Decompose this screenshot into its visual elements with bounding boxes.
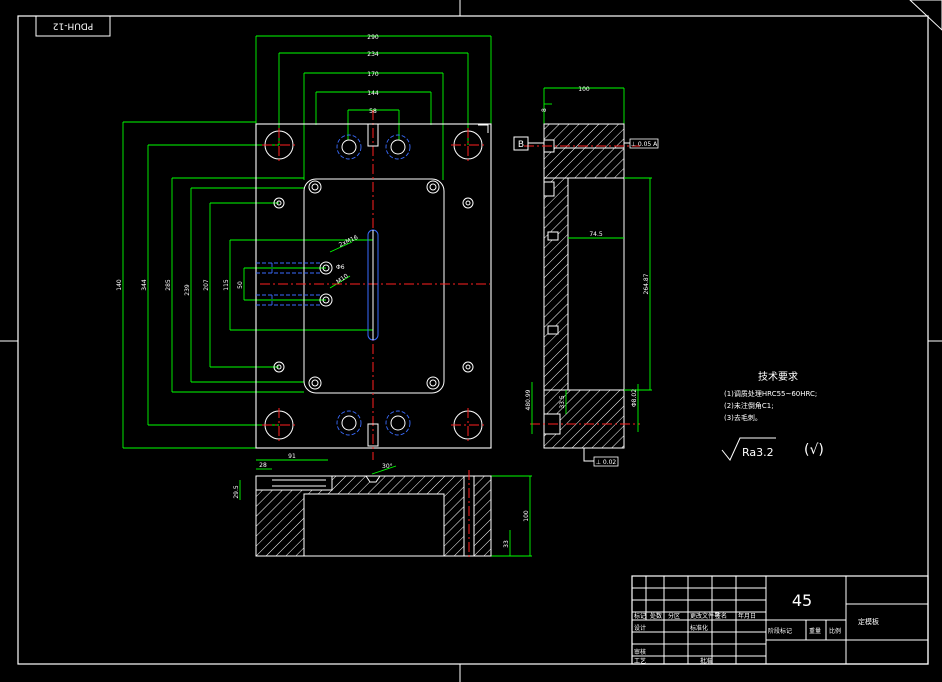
- side-dim-low-3: Φ8.02: [631, 389, 638, 407]
- bottom-dim-2: 28: [259, 462, 267, 469]
- tb-left-1: 审核: [634, 648, 646, 656]
- dim-285: 285: [165, 279, 172, 291]
- roughness-symbol: Ra3.2 (√): [721, 437, 824, 461]
- tb-stage-0: 阶段标记: [768, 627, 792, 635]
- cad-drawing: PDUH-12 290 234 170 144 58 140 344 285 2…: [0, 0, 942, 682]
- section-label: B: [518, 140, 524, 150]
- tb-stage-2: 比例: [829, 627, 841, 635]
- tb-part-name: 定模板: [858, 617, 879, 626]
- drawing-code-tag: PDUH-12: [35, 15, 111, 37]
- datum-top: ⊥ 0.05 A: [631, 141, 658, 148]
- tb-left-2: 工艺: [634, 657, 646, 665]
- bottom-dim-right: 33: [503, 540, 510, 548]
- tb-row-label-2: 分区: [668, 612, 680, 620]
- dim-144: 144: [367, 90, 379, 97]
- front-view: 290 234 170 144 58 140 344 285 239 207 1…: [116, 34, 492, 460]
- side-dim-8: 8: [541, 108, 548, 112]
- hole-label-2: Φ6: [336, 264, 345, 271]
- dim-234: 234: [367, 51, 379, 58]
- code-tag-text: PDUH-12: [53, 21, 93, 31]
- bottom-section-view: 91 28 30° 29.5 10 100 33: [233, 453, 532, 560]
- bottom-dim-1: 91: [288, 453, 296, 460]
- tech-req-1: (1)调质处理HRC55~60HRC;: [724, 389, 817, 398]
- tech-req-3: (3)去毛刺。: [724, 413, 762, 422]
- side-dim-74: 74.5: [589, 231, 603, 238]
- side-dim-264: 264.87: [643, 273, 650, 294]
- runner-features: [256, 229, 379, 341]
- datum-bottom: ⊥ 0.02: [596, 459, 617, 466]
- drawing-frame: [0, 0, 942, 682]
- bottom-dim-left: 29.5: [233, 485, 240, 499]
- tb-stage-1: 重量: [809, 627, 821, 635]
- tech-req-title: 技术要求: [758, 370, 798, 383]
- side-view: 100 8 74.5 264.87 480.99 33.5 Φ8.02 B ⊥ …: [513, 86, 659, 467]
- tb-left-3: 标准化: [690, 624, 708, 632]
- roughness-value: Ra3.2: [742, 446, 774, 459]
- pocket-outline: [303, 178, 445, 394]
- dim-140: 140: [116, 279, 123, 291]
- hole-label-1: 2xM16: [338, 234, 359, 249]
- roughness-other: (√): [804, 442, 824, 458]
- dim-115: 115: [223, 279, 230, 291]
- tb-left-0: 设计: [634, 624, 646, 632]
- dim-344: 344: [141, 279, 148, 291]
- tb-row-label-5: 年月日: [738, 612, 756, 620]
- tb-left-4: 批准: [700, 657, 712, 665]
- tb-material: 45: [792, 591, 812, 610]
- side-dim-100: 100: [578, 86, 590, 93]
- dim-50: 50: [237, 281, 244, 289]
- tb-row-label-1: 处数: [650, 612, 662, 620]
- side-dim-low-2: 33.5: [559, 395, 566, 409]
- dim-239: 239: [184, 284, 191, 296]
- front-dimensions: [122, 35, 492, 449]
- dim-170: 170: [367, 71, 379, 78]
- dim-207: 207: [203, 279, 210, 291]
- tech-requirements: 技术要求 (1)调质处理HRC55~60HRC; (2)未注倒角C1; (3)去…: [724, 370, 817, 422]
- tech-req-2: (2)未注倒角C1;: [724, 401, 774, 410]
- bottom-dim-height: 100: [523, 510, 530, 522]
- dim-290: 290: [367, 34, 379, 41]
- tb-row-label-4: 签名: [715, 612, 727, 620]
- side-dim-low-1: 480.99: [525, 389, 532, 410]
- title-block: 标记 处数 分区 更改文件号 签名 年月日 设计 审核 工艺 标准化 批准 阶段…: [631, 575, 929, 665]
- tb-row-label-0: 标记: [634, 612, 646, 620]
